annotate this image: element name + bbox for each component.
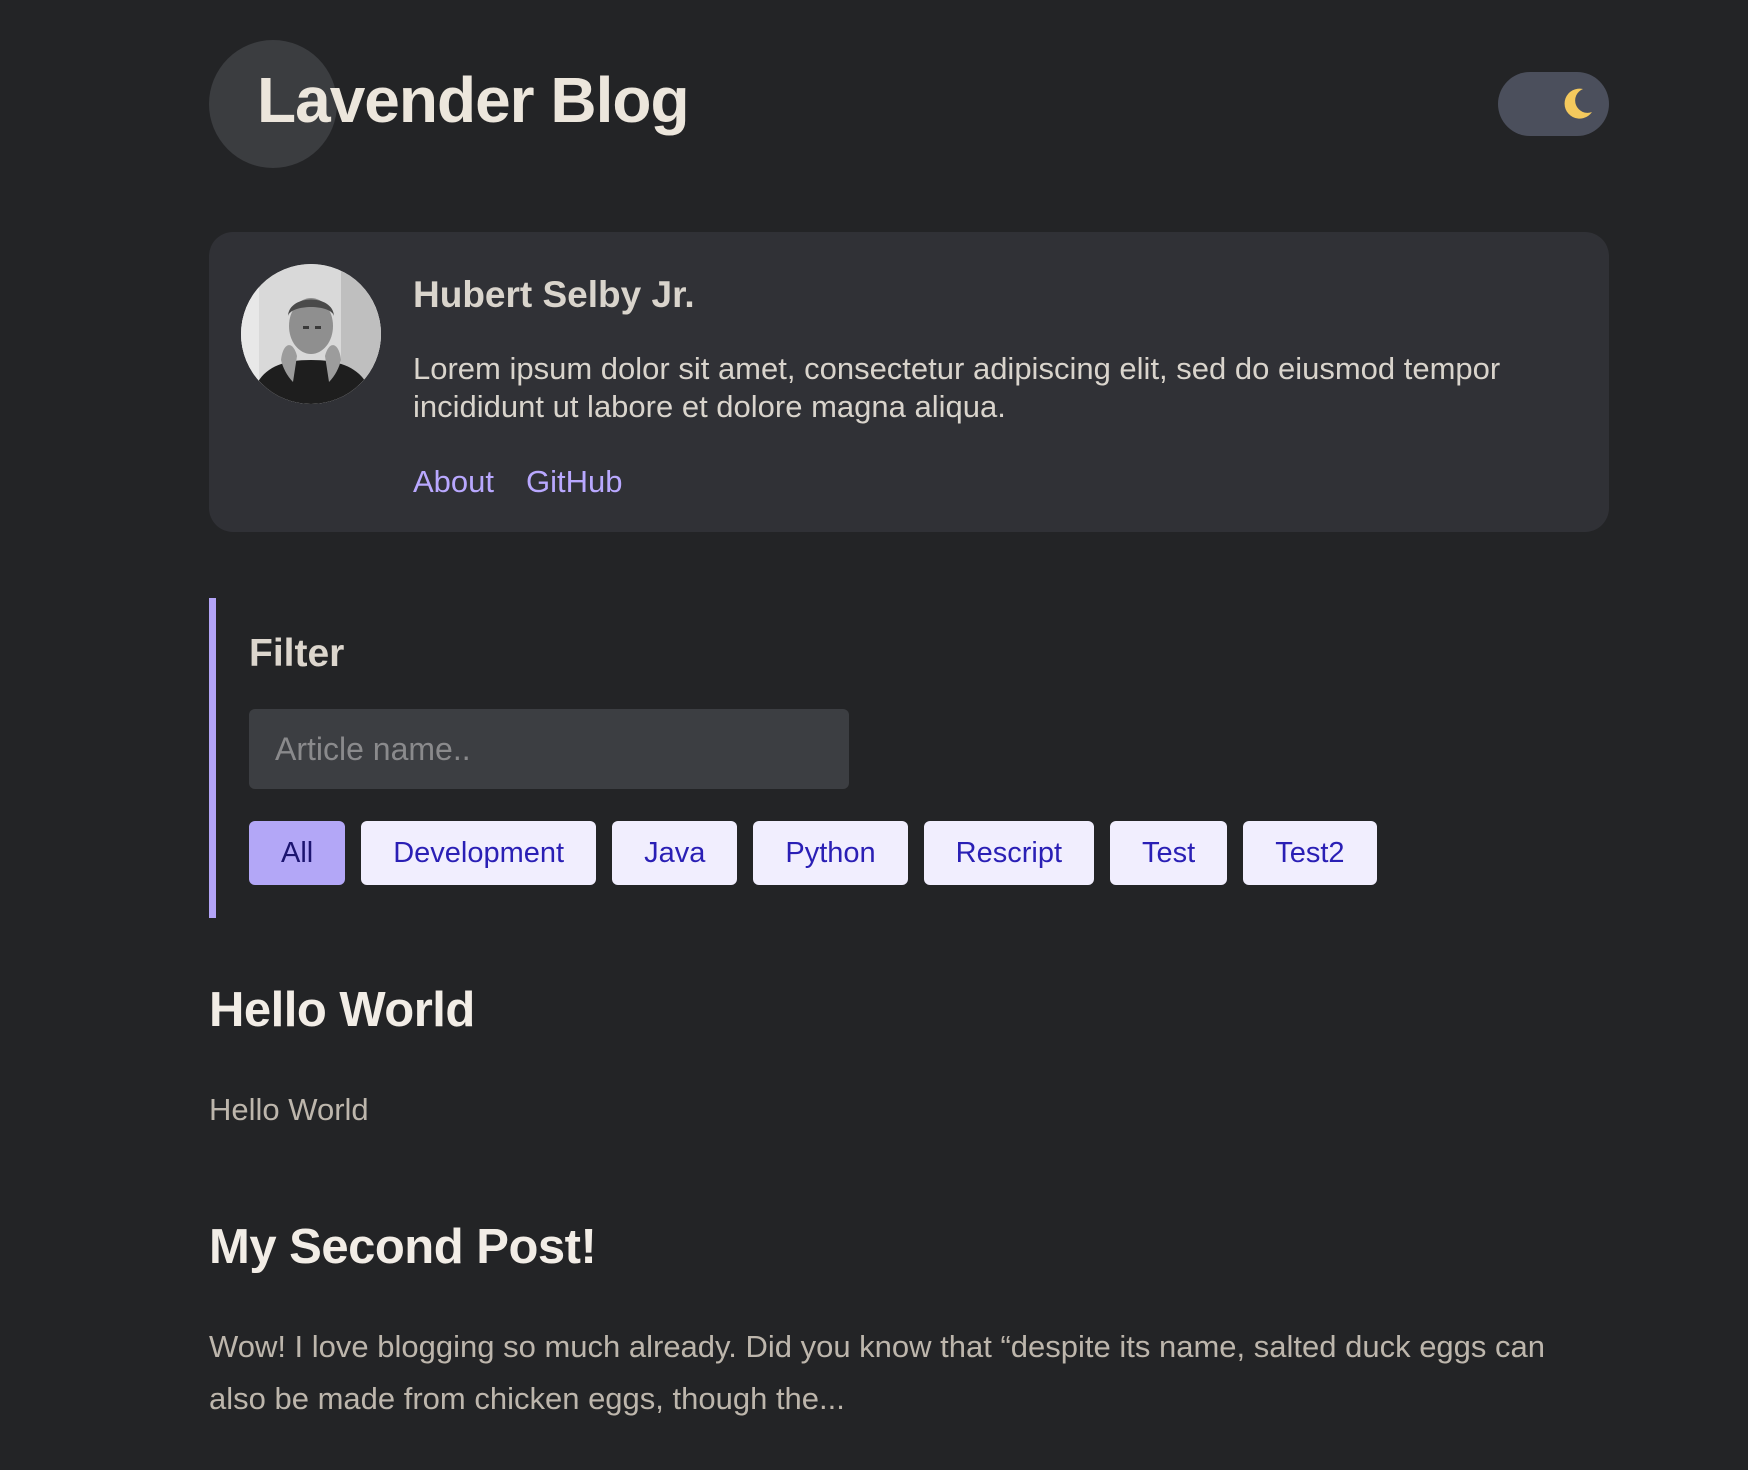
moon-icon	[1564, 88, 1592, 119]
author-description: Lorem ipsum dolor sit amet, consectetur …	[413, 351, 1501, 424]
site-title[interactable]: Lavender Blog	[257, 68, 690, 132]
article-title[interactable]: My Second Post!	[209, 1219, 1609, 1275]
page: Lavender Blog Hubert Selby Jr. Lorem ips…	[0, 0, 1748, 1470]
tag-rescript-button[interactable]: Rescript	[923, 821, 1095, 885]
tag-test-button[interactable]: Test	[1110, 821, 1228, 885]
filter-title: Filter	[249, 632, 345, 675]
tag-filter-list: All Development Java Python Rescript Tes…	[249, 821, 1377, 885]
tag-test2-button[interactable]: Test2	[1243, 821, 1377, 885]
article-search-input[interactable]	[249, 709, 849, 789]
author-avatar	[241, 264, 381, 404]
article-item: Hello World Hello World	[209, 982, 1609, 1136]
article-excerpt: Hello World	[209, 1092, 369, 1127]
tag-java-button[interactable]: Java	[612, 821, 738, 885]
github-link[interactable]: GitHub	[526, 464, 622, 500]
article-excerpt: Wow! I love blogging so much already. Di…	[209, 1329, 1546, 1416]
filter-panel: Filter All Development Java Python Rescr…	[209, 598, 1609, 918]
theme-toggle[interactable]	[1498, 72, 1609, 136]
tag-all-button[interactable]: All	[249, 821, 346, 885]
article-item: My Second Post! Wow! I love blogging so …	[209, 1219, 1609, 1425]
author-name: Hubert Selby Jr.	[413, 274, 695, 315]
author-links: About GitHub	[413, 464, 623, 500]
author-avatar-image	[241, 264, 381, 404]
about-link[interactable]: About	[413, 464, 494, 500]
article-title[interactable]: Hello World	[209, 982, 1609, 1038]
tag-development-button[interactable]: Development	[361, 821, 597, 885]
site-header: Lavender Blog	[209, 40, 1609, 168]
tag-python-button[interactable]: Python	[753, 821, 908, 885]
author-bio-card: Hubert Selby Jr. Lorem ipsum dolor sit a…	[209, 232, 1609, 532]
